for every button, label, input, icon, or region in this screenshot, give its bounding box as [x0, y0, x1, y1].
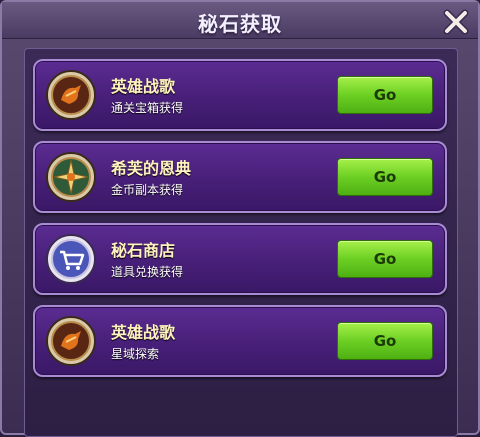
go-button[interactable]: Go — [337, 76, 433, 114]
source-row: 英雄战歌 通关宝箱获得 Go — [33, 59, 447, 131]
source-name: 希芙的恩典 — [111, 159, 192, 178]
go-button[interactable]: Go — [337, 322, 433, 360]
source-dialog: 秘石获取 英雄战歌 通关宝箱获得 Go 希芙的恩典 金币副本获得 Go 秘石商店… — [0, 0, 480, 437]
source-row: 希芙的恩典 金币副本获得 Go — [33, 141, 447, 213]
source-desc: 星域探索 — [111, 347, 160, 361]
source-row: 秘石商店 道具兑换获得 Go — [33, 223, 447, 295]
source-desc: 金币副本获得 — [111, 183, 184, 197]
hero-emblem-icon — [45, 69, 97, 121]
source-name: 英雄战歌 — [111, 323, 176, 342]
go-button[interactable]: Go — [337, 158, 433, 196]
source-desc: 道具兑换获得 — [111, 265, 184, 279]
source-name: 英雄战歌 — [111, 77, 176, 96]
shop-cart-icon — [45, 233, 97, 285]
source-name: 秘石商店 — [111, 241, 176, 260]
close-icon[interactable] — [442, 8, 470, 36]
compass-star-icon — [45, 151, 97, 203]
hero-emblem-icon — [45, 315, 97, 367]
title-bar: 秘石获取 — [2, 2, 478, 39]
go-button[interactable]: Go — [337, 240, 433, 278]
dialog-title: 秘石获取 — [198, 12, 282, 36]
source-list: 英雄战歌 通关宝箱获得 Go 希芙的恩典 金币副本获得 Go 秘石商店 道具兑换… — [24, 48, 458, 437]
source-row: 英雄战歌 星域探索 Go — [33, 305, 447, 377]
source-desc: 通关宝箱获得 — [111, 101, 184, 115]
